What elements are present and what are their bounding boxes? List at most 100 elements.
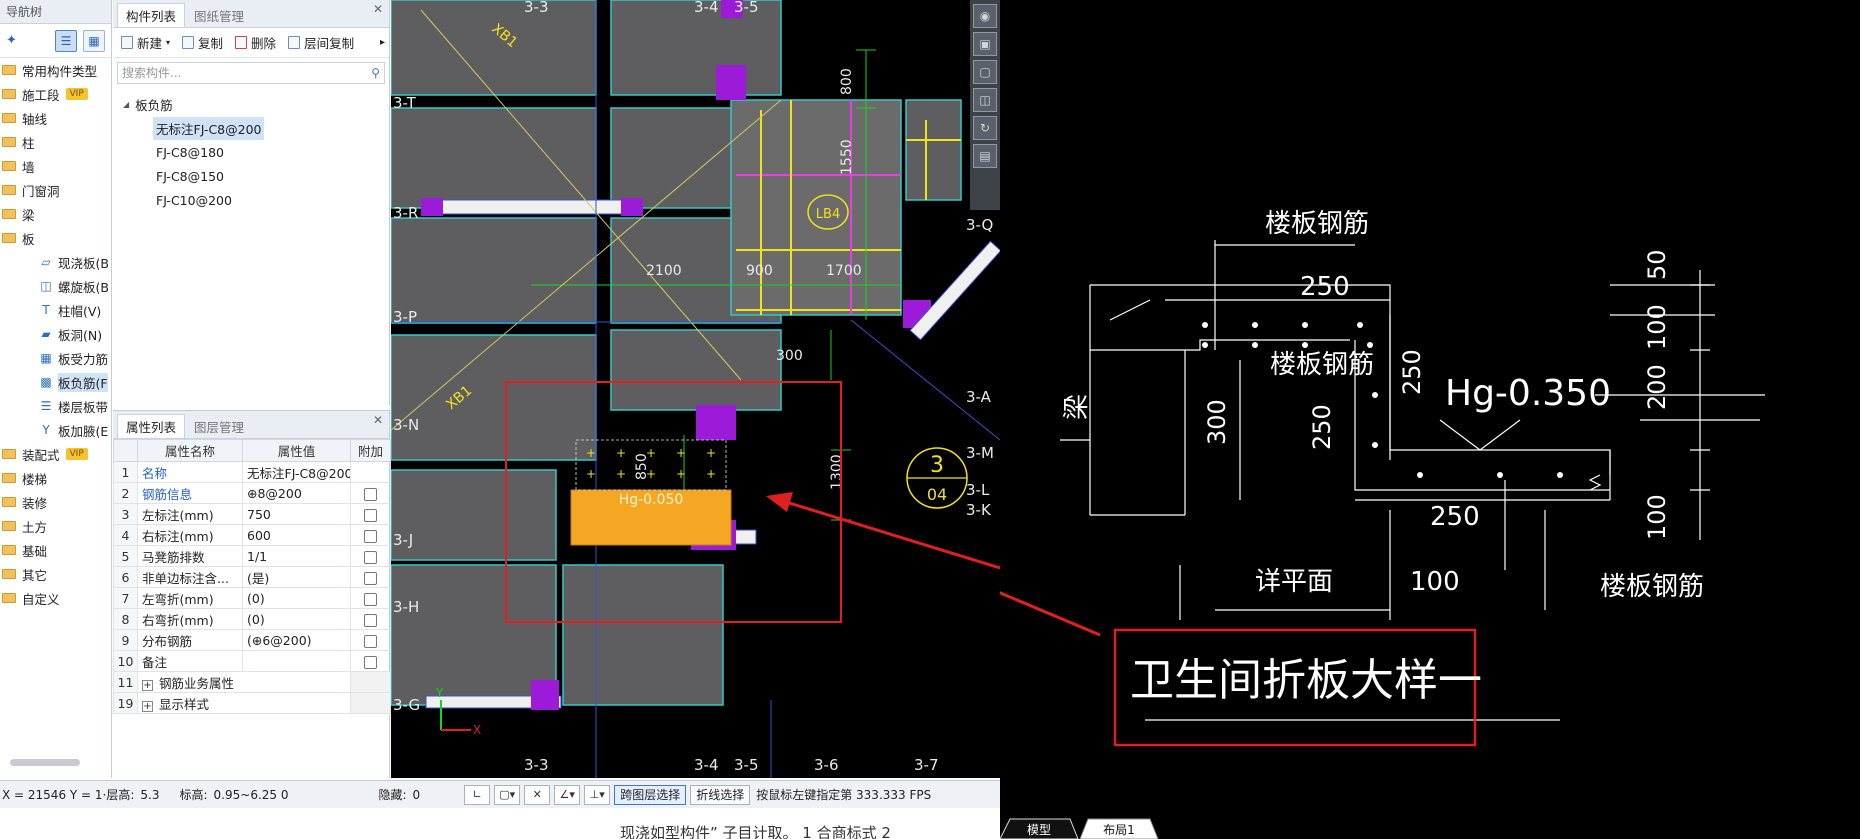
align-icon[interactable]: ⊥▾ [584,784,611,805]
nav-subitem[interactable]: ▩ 板负筋(F [0,370,111,394]
property-value[interactable]: (0) [242,608,351,630]
property-row[interactable]: 2 钢筋信息 ⊕8@200 [113,482,391,504]
more-tools-icon[interactable]: ▸ [380,37,385,48]
tab-drawing-management[interactable]: 图纸管理 [185,3,253,27]
nav-subitem[interactable]: Y 板加腋(E [0,418,111,442]
list-view-icon[interactable]: ☰ [55,29,77,52]
nav-item[interactable]: 轴线 [0,106,111,130]
property-row[interactable]: 8 右弯折(mm) (0) [113,608,391,630]
nav-subitem[interactable]: ▱ 现浇板(B [0,250,111,274]
add-sparkle-icon[interactable]: ✦ [6,33,17,48]
slab-strip-icon: ☰ [40,399,52,413]
search-icon[interactable]: ⚲ [371,66,380,80]
tree-item[interactable]: FJ-C8@150 [113,164,389,188]
extra-checkbox[interactable] [364,634,377,648]
property-row[interactable]: 3 左标注(mm) 750 [113,503,391,525]
close-icon[interactable]: ✕ [373,2,383,16]
delete-button[interactable]: 删除 [231,32,280,54]
nav-item[interactable]: 墙 [0,154,111,178]
nav-subitem[interactable]: T 柱帽(V) [0,298,111,322]
property-row[interactable]: 5 马凳筋排数 1/1 [113,545,391,567]
extra-checkbox[interactable] [364,529,377,543]
property-value[interactable]: (⊕6@200) [242,629,351,651]
tab-layout-1[interactable]: 布局1 [1088,819,1150,839]
tree-item[interactable]: FJ-C10@200 [113,188,389,212]
property-row[interactable]: 4 右标注(mm) 600 [113,524,391,546]
elevation-label: 标高: [179,788,208,802]
property-row[interactable]: 7 左弯折(mm) (0) [113,587,391,609]
component-list-panel: 构件列表 图纸管理 ✕ 新建▾ 复制 删除 层间复制 ▸ ⚲ ◢板负筋 无标注F… [113,0,390,405]
extra-checkbox[interactable] [364,508,377,522]
app-window: 导航树 ✦ ☰ ▦ 常用构件类型 施工段 VIP 轴线柱墙门窗洞梁板 ▱ 现浇板(B ◫ 螺旋… [0,0,1860,839]
property-group-row[interactable]: 19 + 显示样式 [113,692,391,714]
property-row[interactable]: 1 名称 无标注FJ-C8@200 [113,461,391,483]
nav-item[interactable]: 其它 [0,562,111,586]
angle-icon[interactable]: ∠▾ [554,784,581,805]
extra-checkbox[interactable] [364,655,377,669]
property-row[interactable]: 6 非单边标注含... (是) [113,566,391,588]
expand-icon[interactable]: + [142,679,153,691]
property-value[interactable]: (0) [242,587,351,609]
nav-subitem[interactable]: ▰ 板洞(N) [0,322,111,346]
property-value[interactable]: (是) [242,566,351,588]
nav-item[interactable]: 装修 [0,490,111,514]
property-value[interactable]: 无标注FJ-C8@200 [242,461,351,483]
extra-checkbox[interactable] [364,592,377,606]
tree-item[interactable]: 无标注FJ-C8@200 [113,116,389,140]
nav-subitem[interactable]: ◫ 螺旋板(B [0,274,111,298]
nav-item[interactable]: 装配式 VIP [0,442,111,466]
folder-icon [2,113,16,123]
tree-item[interactable]: FJ-C8@180 [113,140,389,164]
spiral-slab-icon: ◫ [40,279,52,293]
extra-checkbox[interactable] [364,550,377,564]
grid-view-icon[interactable]: ▦ [83,29,105,52]
property-name: 名称 [137,461,243,483]
property-value[interactable] [242,650,351,672]
floor-copy-button[interactable]: 层间复制 [284,32,358,54]
tab-property-list[interactable]: 属性列表 [117,414,186,438]
property-group-row[interactable]: 11 + 钢筋业务属性 [113,671,391,693]
polyline-select-button[interactable]: 折线选择 [690,784,751,805]
detail-drawing-panel: 楼板钢筋 楼板钢筋 楼板钢筋 250 250 详平面 100 Hg-0.350 … [1000,0,1860,839]
cross-layer-select-button[interactable]: 跨图层选择 [614,784,687,805]
extra-checkbox[interactable] [364,487,377,501]
snap-icon[interactable]: ▢▾ [494,784,521,805]
nav-item[interactable]: 常用构件类型 [0,58,111,82]
vip-badge: VIP [65,448,88,460]
cross-icon[interactable]: ✕ [524,784,551,805]
property-row[interactable]: 9 分布钢筋 (⊕6@200) [113,629,391,651]
nav-horizontal-scrollbar[interactable] [10,759,80,766]
expand-icon[interactable]: + [142,700,153,712]
nav-item[interactable]: 板 [0,226,111,250]
nav-subitem[interactable]: ▦ 板受力筋 [0,346,111,370]
ortho-icon[interactable]: ∟ [464,784,491,805]
property-row[interactable]: 10 备注 [113,650,391,672]
search-input[interactable] [122,66,372,80]
property-value[interactable]: ⊕8@200 [242,482,351,504]
nav-subitem[interactable]: ☰ 楼层板带 [0,394,111,418]
dropdown-arrow-icon[interactable]: ▾ [166,38,170,47]
new-button[interactable]: 新建 ▾ [117,32,174,54]
nav-item[interactable]: 施工段 VIP [0,82,111,106]
nav-item[interactable]: 柱 [0,130,111,154]
nav-item[interactable]: 梁 [0,202,111,226]
extra-checkbox[interactable] [364,613,377,627]
nav-item[interactable]: 基础 [0,538,111,562]
nav-item[interactable]: 土方 [0,514,111,538]
close-icon[interactable]: ✕ [373,413,383,427]
extra-checkbox[interactable] [364,571,377,585]
property-value[interactable]: 750 [242,503,351,525]
tree-parent[interactable]: ◢ 板负筋 [113,92,389,116]
copy-button[interactable]: 复制 [178,32,227,54]
tab-model[interactable]: 模型 [1008,819,1070,839]
nav-item[interactable]: 门窗洞 [0,178,111,202]
tab-layer-management[interactable]: 图层管理 [185,414,253,438]
nav-toolbar: ✦ ☰ ▦ [0,24,111,58]
tab-component-list[interactable]: 构件列表 [117,3,186,27]
nav-item[interactable]: 自定义 [0,586,111,610]
nav-item[interactable]: 楼梯 [0,466,111,490]
property-value[interactable]: 1/1 [242,545,351,567]
collapse-arrow-icon[interactable]: ◢ [123,100,129,109]
right-dimension-label: 200 [1643,364,1671,410]
property-value[interactable]: 600 [242,524,351,546]
